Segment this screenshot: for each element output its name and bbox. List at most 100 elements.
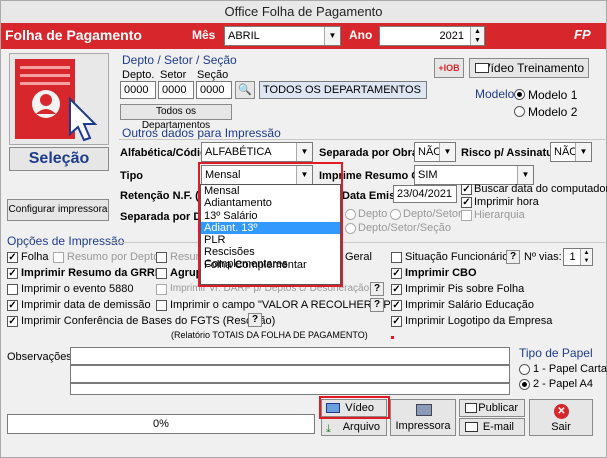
- depto-setor-secao-radio[interactable]: [345, 223, 356, 234]
- papel-a4-label: 2 - Papel A4: [533, 378, 593, 390]
- arquivo-button[interactable]: ⤓ Arquivo: [321, 418, 387, 436]
- observacoes-line-1[interactable]: [70, 347, 510, 365]
- hierarquia-checkbox[interactable]: [461, 210, 472, 221]
- depto-radio[interactable]: [345, 209, 356, 220]
- ano-label: Ano: [349, 28, 373, 42]
- secao-field[interactable]: 0000: [196, 81, 232, 99]
- valor-recolher-label: Imprimir o campo "VALOR A RECOLHER GPS": [170, 299, 402, 311]
- chevron-down-icon: ▼: [439, 143, 455, 161]
- help-icon[interactable]: ?: [370, 298, 384, 312]
- search-icon: 🔍: [238, 84, 252, 96]
- imprimir-hora-checkbox[interactable]: ✓: [461, 197, 472, 208]
- n-vias-spinner[interactable]: ▲ ▼: [580, 249, 592, 265]
- data-demissao-checkbox[interactable]: ✓: [7, 300, 18, 311]
- retencao-label: Retenção N.F. (-): [120, 190, 207, 202]
- configurar-impressora-button[interactable]: Configurar impressora: [7, 199, 109, 221]
- close-icon: ✕: [554, 404, 569, 419]
- mes-value: ABRIL: [228, 30, 260, 42]
- red-dot: [391, 336, 394, 339]
- iob-button[interactable]: +IOB: [434, 58, 464, 78]
- depto-radio-label: Depto: [358, 208, 388, 220]
- separada-obras-select[interactable]: NÃO ▼: [414, 142, 456, 162]
- video-treinamento-label: Vídeo Treinamento: [482, 61, 584, 75]
- modelo-label: Modelo: [475, 87, 515, 101]
- imprime-gps-select[interactable]: SIM ▼: [414, 165, 534, 185]
- pis-folha-checkbox[interactable]: ✓: [391, 284, 402, 295]
- pis-folha-label: Imprimir Pis sobre Folha: [405, 283, 525, 295]
- selecao-button[interactable]: Seleção: [9, 147, 109, 171]
- depto-field[interactable]: 0000: [120, 81, 156, 99]
- papel-carta-radio[interactable]: [519, 364, 530, 375]
- evento-5880-checkbox[interactable]: [7, 284, 18, 295]
- depto-section-title: Depto / Setor / Seção: [122, 53, 237, 67]
- ano-spinner[interactable]: ▲ ▼: [470, 27, 484, 45]
- n-vias-value: 1: [569, 251, 576, 263]
- help-icon[interactable]: ?: [248, 313, 262, 327]
- salario-educacao-label: Imprimir Salário Educação: [405, 299, 534, 311]
- help-icon[interactable]: ?: [506, 250, 520, 264]
- relatorio-totais-label: (Relatório TOTAIS DA FOLHA DE PAGAMENTO): [171, 330, 368, 340]
- papel-carta-label: 1 - Papel Carta: [533, 363, 607, 375]
- mes-select[interactable]: ABRIL ▼: [224, 26, 341, 46]
- todos-departamentos-button[interactable]: Todos os Departamentos: [120, 104, 232, 131]
- depto-setor-secao-radio-label: Depto/Setor/Seção: [358, 222, 451, 234]
- observacoes-label: Observações:: [7, 351, 75, 363]
- resumo-grrf-checkbox[interactable]: ✓: [7, 268, 18, 279]
- publicar-label: Publicar: [478, 402, 518, 414]
- depto-description: TODOS OS DEPARTAMENTOS: [259, 81, 427, 99]
- ano-value: 2021: [439, 30, 464, 42]
- logotipo-checkbox[interactable]: ✓: [391, 316, 402, 327]
- agrupar-checkbox[interactable]: [156, 268, 167, 279]
- depto-setor-radio[interactable]: [390, 209, 401, 220]
- conferencia-fgts-checkbox[interactable]: ✓: [7, 316, 18, 327]
- valor-recolher-checkbox[interactable]: [156, 300, 167, 311]
- observacoes-line-3[interactable]: [70, 383, 510, 395]
- salario-educacao-checkbox[interactable]: ✓: [391, 300, 402, 311]
- resumo-checkbox[interactable]: [156, 252, 167, 263]
- modelo-2-radio[interactable]: [514, 106, 525, 117]
- imprime-gps-value: SIM: [418, 169, 438, 181]
- n-vias-field[interactable]: 1 ▲ ▼: [563, 248, 593, 266]
- alfabetica-value: ALFABÉTICA: [205, 146, 272, 158]
- window-title: Office Folha de Pagamento: [1, 1, 606, 23]
- situacao-checkbox[interactable]: [391, 252, 402, 263]
- publicar-button[interactable]: Publicar: [459, 399, 525, 417]
- tipo-label: Tipo: [120, 170, 144, 182]
- impressora-button[interactable]: Impressora: [390, 399, 456, 436]
- n-vias-label: Nº vias:: [524, 251, 562, 263]
- depto-label: Depto.: [122, 69, 155, 81]
- sair-button[interactable]: ✕ Sair: [529, 399, 593, 436]
- darf-deptos-checkbox[interactable]: [156, 284, 167, 295]
- ano-field[interactable]: 2021 ▲ ▼: [379, 26, 485, 46]
- outros-dados-title: Outros dados para Impressão: [122, 126, 281, 140]
- annotation-highlight-video: [319, 396, 390, 419]
- opcoes-title: Opções de Impressão: [7, 234, 125, 248]
- envelope-icon: [465, 422, 478, 432]
- progress-bar: 0%: [7, 414, 315, 434]
- chevron-down-icon: ▼: [517, 166, 533, 184]
- geral-label: Geral: [345, 251, 372, 263]
- help-icon[interactable]: ?: [370, 282, 384, 296]
- email-button[interactable]: E-mail: [459, 418, 525, 436]
- observacoes-line-2[interactable]: [70, 365, 510, 383]
- search-button[interactable]: 🔍: [235, 81, 255, 99]
- data-emissao-field[interactable]: 23/04/2021: [393, 185, 457, 203]
- alfabetica-select[interactable]: ALFABÉTICA ▼: [201, 142, 313, 162]
- modelo-1-radio[interactable]: [514, 89, 525, 100]
- imprimir-hora-label: Imprimir hora: [474, 196, 539, 208]
- folha-checkbox[interactable]: ✓: [7, 252, 18, 263]
- setor-field[interactable]: 0000: [158, 81, 194, 99]
- impressora-label: Impressora: [395, 420, 451, 432]
- video-treinamento-button[interactable]: Vídeo Treinamento: [469, 58, 589, 78]
- buscar-data-checkbox[interactable]: ✓: [461, 184, 472, 195]
- resumo-depto-checkbox[interactable]: [53, 252, 64, 263]
- conferencia-fgts-label: Imprimir Conferência de Bases do FGTS (R…: [21, 315, 276, 327]
- folha-label: Folha: [21, 251, 49, 263]
- resumo-depto-label: Resumo por Depto.: [67, 251, 163, 263]
- papel-a4-radio[interactable]: [519, 379, 530, 390]
- risco-select[interactable]: NÃO ▼: [550, 142, 592, 162]
- resumo-grrf-label: Imprimir Resumo da GRRF: [21, 267, 162, 279]
- data-demissao-label: Imprimir data de demissão: [21, 299, 151, 311]
- selecao-image[interactable]: [9, 53, 109, 145]
- imprimir-cbo-checkbox[interactable]: ✓: [391, 268, 402, 279]
